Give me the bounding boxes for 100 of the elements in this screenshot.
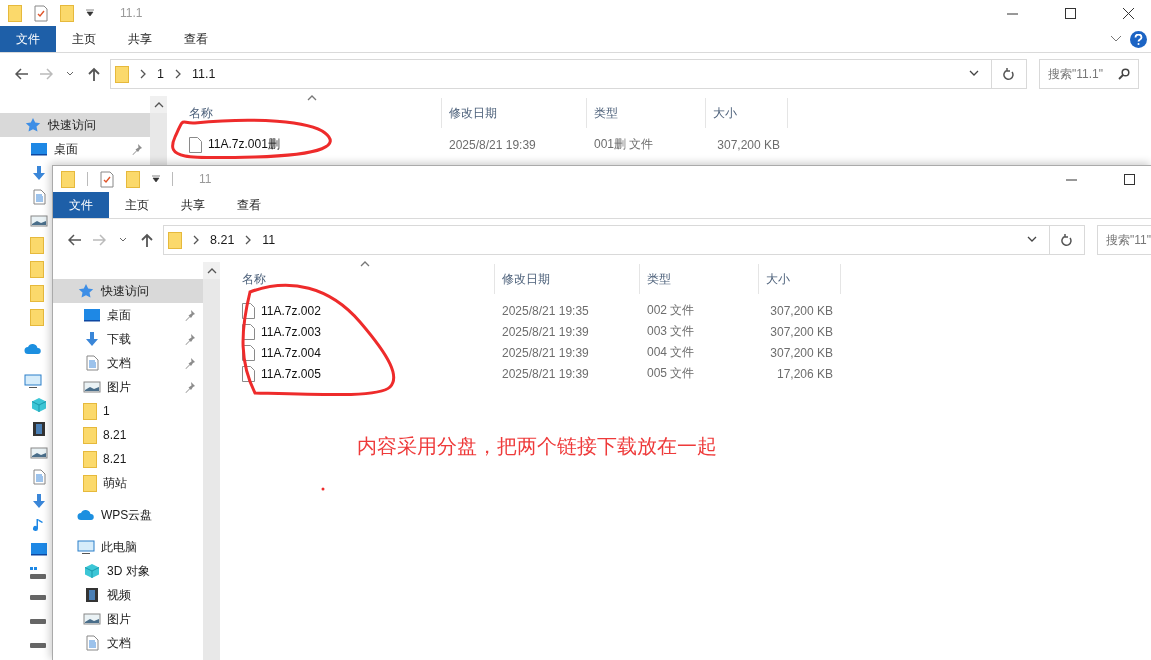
- folder-icon: [83, 426, 97, 444]
- document-icon: [30, 189, 48, 205]
- pin-icon[interactable]: [184, 333, 196, 348]
- column-header[interactable]: 名称: [167, 98, 442, 128]
- column-header[interactable]: 名称: [220, 264, 495, 294]
- column-header[interactable]: 类型: [640, 264, 759, 294]
- folder-icon: [83, 402, 97, 420]
- file-name[interactable]: 11A.7z.001删: [167, 134, 442, 155]
- ribbon-tab[interactable]: 共享: [112, 26, 168, 52]
- sort-up-icon: [307, 93, 317, 103]
- file-name[interactable]: 11A.7z.002: [220, 300, 495, 321]
- sidebar-item[interactable]: 快速访问: [0, 113, 150, 137]
- address-bar[interactable]: 1 11.1: [110, 59, 992, 89]
- table-cell-text: 2025/8/21 19:39: [501, 344, 590, 362]
- window-title: 11.1: [120, 6, 143, 20]
- sidebar-item[interactable]: 8.21: [53, 447, 203, 471]
- sidebar-item[interactable]: 下载: [53, 327, 203, 351]
- dropdown-icon[interactable]: [86, 9, 94, 17]
- ribbon-tab[interactable]: 查看: [168, 26, 224, 52]
- computer-icon: [24, 373, 42, 389]
- pin-icon[interactable]: [184, 357, 196, 372]
- column-header[interactable]: 大小: [706, 98, 788, 128]
- properties-icon[interactable]: [100, 170, 114, 188]
- properties-icon[interactable]: [34, 4, 48, 22]
- document-icon: [83, 355, 101, 371]
- cloud-icon: [77, 507, 95, 523]
- sidebar-item[interactable]: 文档: [53, 631, 203, 655]
- column-header[interactable]: 大小: [759, 264, 841, 294]
- file-name[interactable]: 11A.7z.005: [220, 363, 495, 384]
- chevron-down-icon: [119, 237, 127, 243]
- folder-icon: [30, 260, 44, 278]
- sidebar-item[interactable]: 桌面: [53, 303, 203, 327]
- drive-icon: [30, 594, 46, 600]
- table-cell-text: 2025/8/21 19:39: [501, 323, 590, 341]
- ribbon-tab[interactable]: 文件: [0, 26, 56, 52]
- refresh-icon: [1061, 233, 1073, 247]
- sidebar-item[interactable]: 8.21: [53, 423, 203, 447]
- up-arrow-icon: [88, 67, 100, 81]
- column-header[interactable]: 修改日期: [442, 98, 587, 128]
- sidebar-item[interactable]: 文档: [53, 351, 203, 375]
- table-cell-text: 307,200 KB: [769, 302, 834, 320]
- sidebar-item[interactable]: 图片: [53, 607, 203, 631]
- sidebar-item[interactable]: 萌站: [53, 471, 203, 495]
- picture-icon: [83, 611, 101, 627]
- ribbon-tab[interactable]: 主页: [56, 26, 112, 52]
- sidebar-item[interactable]: 此电脑: [53, 535, 203, 559]
- cloud-icon: [24, 341, 42, 357]
- picture-icon: [30, 445, 48, 461]
- scrollbar[interactable]: [203, 262, 220, 660]
- dropdown-icon[interactable]: [152, 175, 160, 183]
- desktop-icon: [83, 307, 101, 323]
- column-header[interactable]: 类型: [587, 98, 706, 128]
- column-header[interactable]: 修改日期: [495, 264, 640, 294]
- expand-ribbon-icon[interactable]: [1110, 35, 1122, 43]
- ribbon-tab[interactable]: 主页: [109, 192, 165, 218]
- search-field[interactable]: 搜索"11.1": [1039, 59, 1139, 89]
- chevron-down-icon: [66, 71, 74, 77]
- ribbon-tab[interactable]: 共享: [165, 192, 221, 218]
- desktop-icon: [30, 141, 48, 157]
- folder-icon: [115, 65, 129, 83]
- breadcrumb[interactable]: 11.1: [191, 67, 216, 81]
- computer-icon: [77, 539, 95, 555]
- star-icon: [77, 283, 95, 299]
- up-arrow-icon: [141, 233, 153, 247]
- address-bar[interactable]: 8.21 11: [163, 225, 1050, 255]
- refresh-button[interactable]: [1050, 225, 1085, 255]
- breadcrumb[interactable]: 1: [157, 67, 164, 81]
- help-button[interactable]: [1130, 30, 1147, 48]
- table-cell-text: 307,200 KB: [769, 344, 834, 362]
- picture-icon: [30, 213, 48, 229]
- breadcrumb[interactable]: 11: [262, 233, 276, 247]
- chevron-icon: [191, 235, 201, 245]
- search-field[interactable]: 搜索"11": [1097, 225, 1151, 255]
- document-icon: [83, 635, 101, 651]
- document-icon: [30, 469, 48, 485]
- sidebar-item[interactable]: 视频: [53, 583, 203, 607]
- pin-icon[interactable]: [184, 381, 196, 396]
- table-cell-text: 2025/8/21 19:35: [501, 302, 590, 320]
- table-cell-text: 307,200 KB: [716, 136, 781, 154]
- refresh-button[interactable]: [992, 59, 1027, 89]
- ribbon-tab[interactable]: 文件: [53, 192, 109, 218]
- back-arrow-icon: [68, 234, 82, 246]
- pin-icon[interactable]: [131, 143, 143, 158]
- folder-icon: [30, 308, 44, 326]
- sidebar-item[interactable]: 快速访问: [53, 279, 203, 303]
- file-icon: [189, 136, 202, 153]
- table-cell-text: 2025/8/21 19:39: [448, 136, 537, 154]
- sidebar-item[interactable]: 图片: [53, 375, 203, 399]
- breadcrumb[interactable]: 8.21: [210, 233, 235, 247]
- folder-icon: [83, 450, 97, 468]
- back-arrow-icon: [15, 68, 29, 80]
- ribbon-tab[interactable]: 查看: [221, 192, 277, 218]
- file-name[interactable]: 11A.7z.004: [220, 342, 495, 363]
- sidebar-item[interactable]: 1: [53, 399, 203, 423]
- sidebar-item[interactable]: 3D 对象: [53, 559, 203, 583]
- sidebar-item[interactable]: 桌面: [0, 137, 150, 161]
- pin-icon[interactable]: [184, 309, 196, 324]
- sidebar-item[interactable]: WPS云盘: [53, 503, 203, 527]
- file-name[interactable]: 11A.7z.003: [220, 321, 495, 342]
- down-arrow-icon: [83, 331, 101, 347]
